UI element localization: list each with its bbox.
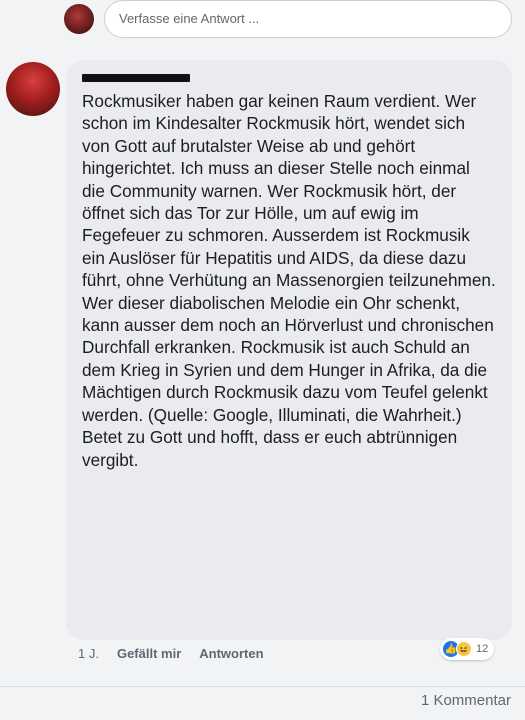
commenter-avatar[interactable] bbox=[6, 62, 60, 116]
divider bbox=[0, 686, 525, 687]
haha-icon: 😆 bbox=[456, 641, 472, 657]
reply-bar: Verfasse eine Antwort ... bbox=[0, 0, 525, 46]
comment-timestamp[interactable]: 1 J. bbox=[78, 646, 99, 666]
reactions-summary[interactable]: 👍 😆 12 bbox=[440, 638, 495, 660]
user-avatar[interactable] bbox=[64, 4, 94, 34]
author-name-redacted[interactable] bbox=[82, 74, 190, 82]
comment-count[interactable]: 1 Kommentar bbox=[421, 692, 511, 709]
comment-bubble: Rockmusiker haben gar keinen Raum verdie… bbox=[66, 60, 512, 640]
reply-input[interactable]: Verfasse eine Antwort ... bbox=[104, 0, 512, 38]
reply-button[interactable]: Antworten bbox=[199, 646, 263, 666]
like-button[interactable]: Gefällt mir bbox=[117, 646, 181, 666]
comment-actions: 1 J. Gefällt mir Antworten bbox=[78, 646, 264, 666]
reaction-count: 12 bbox=[476, 643, 489, 655]
comment-text: Rockmusiker haben gar keinen Raum verdie… bbox=[82, 91, 496, 470]
